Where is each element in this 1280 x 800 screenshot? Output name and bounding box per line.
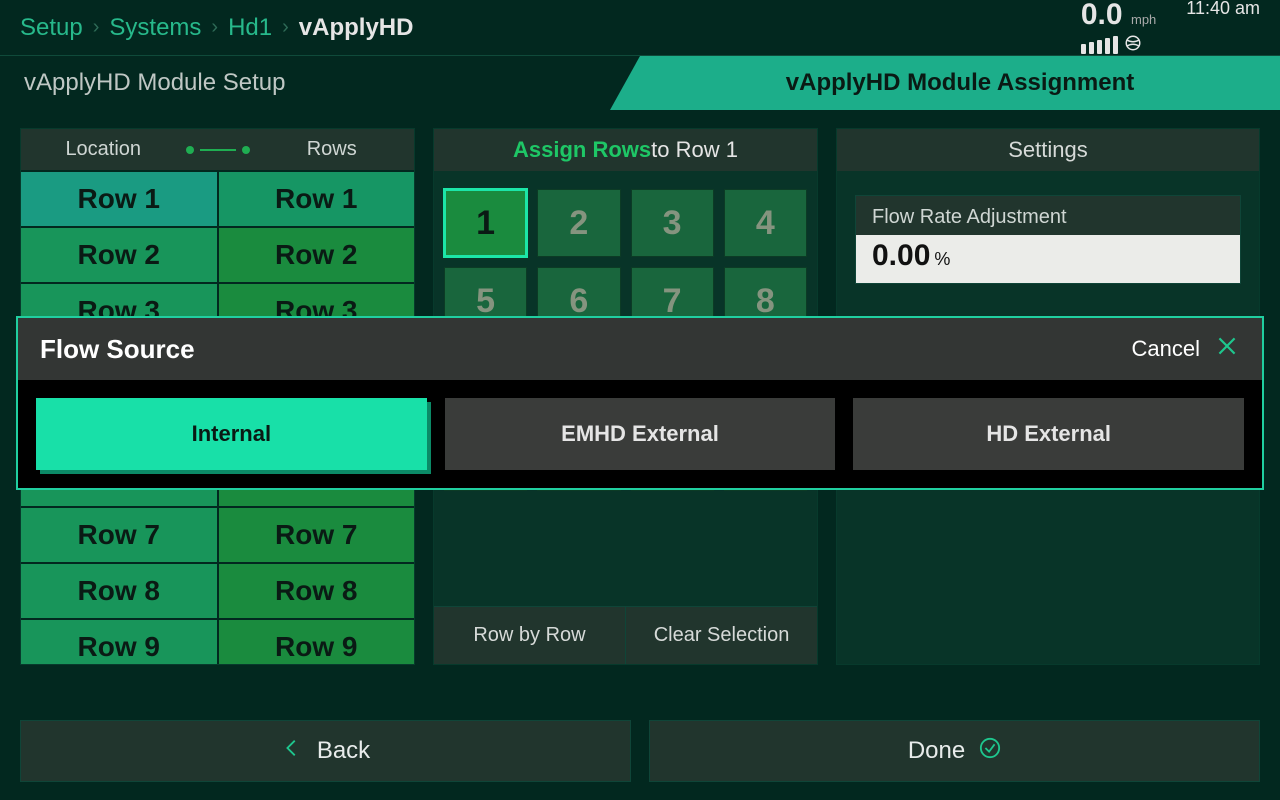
chevron-right-icon: › — [211, 16, 218, 39]
table-row[interactable]: Row 7Row 7 — [21, 506, 414, 562]
crumb-systems[interactable]: Systems — [109, 14, 201, 42]
clock: 11:40 am — [1186, 0, 1260, 19]
flow-source-option[interactable]: EMHD External — [445, 398, 836, 470]
chevron-right-icon: › — [282, 16, 289, 39]
tab-bar: vApplyHD Module Setup vApplyHD Module As… — [0, 56, 1280, 110]
location-cell[interactable]: Row 7 — [21, 508, 219, 562]
settings-header: Settings — [837, 129, 1259, 171]
top-bar: Setup › Systems › Hd1 › vApplyHD 0.0 mph… — [0, 0, 1280, 55]
location-cell[interactable]: Row 1 — [21, 172, 219, 226]
location-cell[interactable]: Row 9 — [21, 620, 219, 664]
tab-module-setup[interactable]: vApplyHD Module Setup — [0, 56, 640, 110]
speed-unit: mph — [1131, 12, 1156, 27]
table-row[interactable]: Row 8Row 8 — [21, 562, 414, 618]
flow-rate-label: Flow Rate Adjustment — [856, 196, 1240, 235]
chevron-left-icon — [281, 737, 303, 766]
table-row[interactable]: Row 2Row 2 — [21, 226, 414, 282]
flow-rate-value: 0.00% — [856, 235, 1240, 283]
done-button[interactable]: Done — [649, 720, 1260, 782]
tab-module-assignment[interactable]: vApplyHD Module Assignment — [640, 56, 1280, 110]
flow-rate-box[interactable]: Flow Rate Adjustment 0.00% — [855, 195, 1241, 284]
table-row[interactable]: Row 9Row 9 — [21, 618, 414, 664]
flow-source-modal: Flow Source Cancel InternalEMHD External… — [16, 316, 1264, 490]
row-cell[interactable]: Row 7 — [219, 508, 415, 562]
connection-icon — [186, 146, 250, 154]
row-cell[interactable]: Row 2 — [219, 228, 415, 282]
col-rows: Rows — [250, 138, 415, 161]
crumb-hd1[interactable]: Hd1 — [228, 14, 272, 42]
row-number-cell[interactable]: 1 — [444, 189, 527, 257]
status-area: 0.0 mph 11:40 am — [1081, 0, 1260, 57]
speed-readout: 0.0 mph — [1081, 0, 1156, 57]
location-cell[interactable]: Row 8 — [21, 564, 219, 618]
row-by-row-button[interactable]: Row by Row — [434, 607, 626, 664]
row-number-cell[interactable]: 3 — [631, 189, 714, 257]
back-button[interactable]: Back — [20, 720, 631, 782]
row-number-cell[interactable]: 2 — [537, 189, 620, 257]
row-number-cell[interactable]: 4 — [724, 189, 807, 257]
location-cell[interactable]: Row 2 — [21, 228, 219, 282]
footer-bar: Back Done — [20, 720, 1260, 782]
crumb-setup[interactable]: Setup — [20, 14, 83, 42]
speed-value: 0.0 — [1081, 0, 1123, 31]
chevron-right-icon: › — [93, 16, 100, 39]
check-circle-icon — [979, 737, 1001, 766]
row-cell[interactable]: Row 1 — [219, 172, 415, 226]
assign-header: Assign Rows to Row 1 — [434, 129, 817, 171]
close-icon — [1214, 333, 1240, 365]
breadcrumb: Setup › Systems › Hd1 › vApplyHD — [20, 14, 413, 42]
clear-selection-button[interactable]: Clear Selection — [626, 607, 817, 664]
row-cell[interactable]: Row 8 — [219, 564, 415, 618]
flow-source-option[interactable]: HD External — [853, 398, 1244, 470]
row-cell[interactable]: Row 9 — [219, 620, 415, 664]
cancel-button[interactable]: Cancel — [1132, 333, 1240, 365]
flow-source-option[interactable]: Internal — [36, 398, 427, 470]
table-row[interactable]: Row 1Row 1 — [21, 170, 414, 226]
modal-title: Flow Source — [40, 334, 195, 365]
col-location: Location — [21, 138, 186, 161]
satellite-icon — [1124, 34, 1142, 57]
signal-bars-icon — [1081, 38, 1118, 54]
crumb-current: vApplyHD — [299, 14, 414, 42]
